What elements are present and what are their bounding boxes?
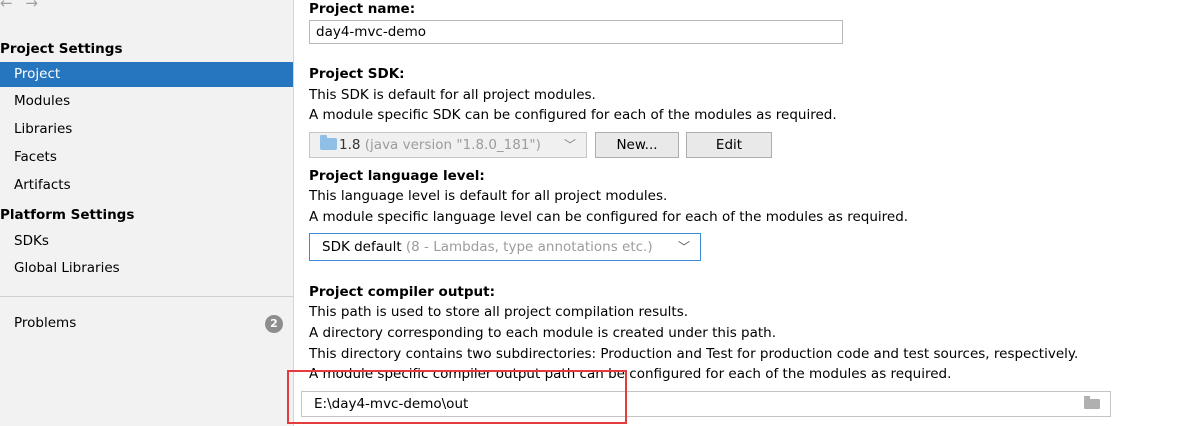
language-level-value: SDK default bbox=[322, 239, 402, 255]
folder-browse-icon[interactable] bbox=[1084, 396, 1100, 409]
sdk-version-detail: (java version "1.8.0_181") bbox=[360, 137, 541, 153]
chevron-down-icon: ﹀ bbox=[677, 240, 690, 254]
project-name-input[interactable]: day4-mvc-demo bbox=[309, 20, 843, 44]
language-level-label: Project language level: bbox=[309, 168, 485, 184]
sidebar-item-global-libraries[interactable]: Global Libraries bbox=[0, 256, 293, 281]
sdk-edit-button[interactable]: Edit bbox=[686, 132, 772, 158]
language-level-detail: (8 - Lambdas, type annotations etc.) bbox=[401, 239, 653, 255]
platform-settings-header: Platform Settings bbox=[0, 207, 135, 223]
project-sdk-label: Project SDK: bbox=[309, 66, 405, 82]
sdk-new-button[interactable]: New... bbox=[595, 132, 679, 158]
sdk-description-1: This SDK is default for all project modu… bbox=[309, 87, 596, 103]
compiler-description-2: A directory corresponding to each module… bbox=[309, 325, 777, 341]
chevron-down-icon: ﹀ bbox=[563, 138, 576, 152]
compiler-output-path: E:\day4-mvc-demo\out bbox=[314, 396, 469, 412]
language-level-description-2: A module specific language level can be … bbox=[309, 209, 909, 225]
nav-arrows[interactable]: ← → bbox=[0, 0, 42, 12]
sidebar-item-libraries[interactable]: Libraries bbox=[0, 117, 293, 142]
project-settings-header: Project Settings bbox=[0, 41, 123, 57]
compiler-description-4: A module specific compiler output path c… bbox=[309, 366, 952, 382]
problems-count-badge: 2 bbox=[265, 315, 283, 333]
sidebar-item-sdks[interactable]: SDKs bbox=[0, 229, 293, 254]
sidebar-item-project[interactable]: Project bbox=[0, 62, 293, 87]
compiler-description-3: This directory contains two subdirectori… bbox=[309, 346, 1079, 362]
sidebar-item-artifacts[interactable]: Artifacts bbox=[0, 173, 293, 198]
language-level-select[interactable]: SDK default (8 - Lambdas, type annotatio… bbox=[309, 233, 701, 261]
sidebar-item-modules[interactable]: Modules bbox=[0, 89, 293, 114]
language-level-description-1: This language level is default for all p… bbox=[309, 188, 668, 204]
project-settings-panel: Project name: day4-mvc-demo Project SDK:… bbox=[295, 0, 1177, 426]
sidebar-divider bbox=[0, 296, 293, 297]
compiler-description-1: This path is used to store all project c… bbox=[309, 304, 689, 320]
sidebar-item-facets[interactable]: Facets bbox=[0, 145, 293, 170]
sdk-version: 1.8 bbox=[339, 137, 361, 153]
compiler-output-path-input[interactable]: E:\day4-mvc-demo\out bbox=[301, 391, 1111, 417]
sdk-description-2: A module specific SDK can be configured … bbox=[309, 107, 837, 123]
settings-sidebar: ← → Project Settings Project Modules Lib… bbox=[0, 0, 294, 426]
project-sdk-select[interactable]: 1.8 (java version "1.8.0_181") ﹀ bbox=[309, 132, 587, 158]
project-name-label: Project name: bbox=[309, 1, 416, 17]
sidebar-item-problems[interactable]: Problems bbox=[0, 311, 293, 336]
sdk-folder-icon bbox=[320, 135, 337, 150]
compiler-output-label: Project compiler output: bbox=[309, 284, 496, 300]
